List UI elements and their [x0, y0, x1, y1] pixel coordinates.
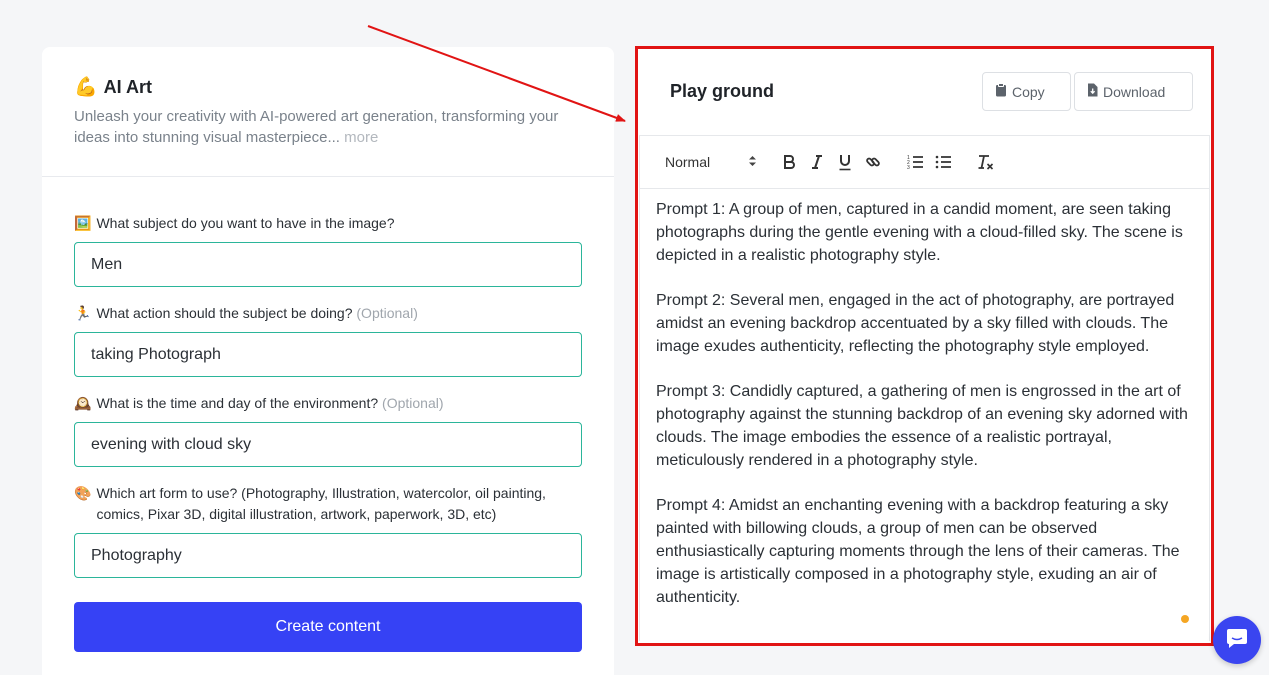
card-header: 💪 AI Art Unleash your creativity with AI… — [42, 47, 614, 177]
ai-art-form-card: 💪 AI Art Unleash your creativity with AI… — [42, 47, 614, 675]
action-label-text: What action should the subject be doing? — [96, 305, 353, 321]
chat-bubble-icon — [1225, 626, 1249, 655]
playground-header: Play ground Copy Download — [638, 49, 1211, 135]
running-person-icon: 🏃 — [74, 305, 92, 321]
action-label: 🏃 What action should the subject be doin… — [74, 303, 582, 324]
svg-text:3: 3 — [907, 165, 910, 170]
clock-icon: 🕰️ — [74, 395, 92, 411]
file-download-icon — [1087, 83, 1098, 100]
link-icon[interactable] — [859, 150, 887, 174]
subject-input[interactable]: Men — [74, 242, 582, 287]
time-field: 🕰️ What is the time and day of the envir… — [74, 393, 582, 467]
underline-icon[interactable] — [831, 150, 859, 174]
playground-title: Play ground — [670, 81, 775, 101]
time-input[interactable]: evening with cloud sky — [74, 422, 582, 467]
subject-field: 🖼️ What subject do you want to have in t… — [74, 213, 582, 287]
description-text: Unleash your creativity with AI-powered … — [74, 108, 559, 146]
prompt-paragraph: Prompt 2: Several men, engaged in the ac… — [656, 292, 1175, 355]
action-input[interactable]: taking Photograph — [74, 332, 582, 377]
action-label-group: What action should the subject be doing?… — [96, 303, 417, 324]
flexed-arm-icon: 💪 — [74, 77, 98, 98]
art-form-input[interactable]: Photography — [74, 533, 582, 578]
app-title-row: 💪 AI Art — [74, 77, 582, 98]
format-select-value: Normal — [665, 154, 711, 170]
download-label: Download — [1103, 83, 1166, 100]
ordered-list-icon[interactable]: 123 — [901, 150, 929, 174]
prompt-paragraph: Prompt 4: Amidst an enchanting evening w… — [656, 497, 1180, 606]
editor-content[interactable]: Prompt 1: A group of men, captured in a … — [640, 189, 1209, 609]
action-field: 🏃 What action should the subject be doin… — [74, 303, 582, 377]
palette-icon: 🎨 — [74, 485, 92, 501]
art-form-label-text: Which art form to use? (Photography, Ill… — [96, 485, 546, 522]
optional-tag: (Optional) — [382, 395, 444, 411]
time-label: 🕰️ What is the time and day of the envir… — [74, 393, 582, 414]
more-link[interactable]: more — [340, 129, 378, 146]
app-title: AI Art — [103, 77, 153, 97]
copy-label: Copy — [1012, 83, 1045, 100]
create-content-button[interactable]: Create content — [74, 602, 582, 652]
subject-label-text: What subject do you want to have in the … — [96, 215, 395, 231]
prompt-form: 🖼️ What subject do you want to have in t… — [42, 177, 614, 652]
playground-panel: Play ground Copy Download Normal 1 2 3 P… — [635, 46, 1214, 646]
bold-icon[interactable] — [775, 150, 803, 174]
rich-text-editor: Normal 123 Prompt 1: A group of men, cap… — [639, 135, 1210, 641]
clipboard-icon — [995, 83, 1007, 100]
clear-format-icon[interactable] — [971, 150, 999, 174]
italic-icon[interactable] — [803, 150, 831, 174]
chat-launcher-button[interactable] — [1213, 616, 1261, 664]
app-description: Unleash your creativity with AI-powered … — [74, 106, 582, 148]
prompt-paragraph: Prompt 3: Candidly captured, a gathering… — [656, 383, 1188, 469]
editor-toolbar: Normal 123 — [640, 136, 1209, 189]
download-button[interactable]: Download — [1074, 72, 1193, 111]
bullet-list-icon[interactable] — [929, 150, 957, 174]
optional-tag: (Optional) — [356, 305, 418, 321]
subject-label: 🖼️ What subject do you want to have in t… — [74, 213, 582, 234]
time-label-text: What is the time and day of the environm… — [96, 395, 379, 411]
updown-chevron-icon — [748, 154, 757, 171]
prompt-paragraph: Prompt 1: A group of men, captured in a … — [656, 201, 1183, 264]
time-label-group: What is the time and day of the environm… — [96, 393, 443, 414]
copy-button[interactable]: Copy — [982, 72, 1071, 111]
art-form-field: 🎨 Which art form to use? (Photography, I… — [74, 483, 582, 578]
framed-picture-icon: 🖼️ — [74, 215, 92, 231]
art-form-label: 🎨 Which art form to use? (Photography, I… — [74, 483, 582, 525]
format-select[interactable]: Normal — [665, 154, 757, 171]
status-dot — [1181, 615, 1189, 623]
